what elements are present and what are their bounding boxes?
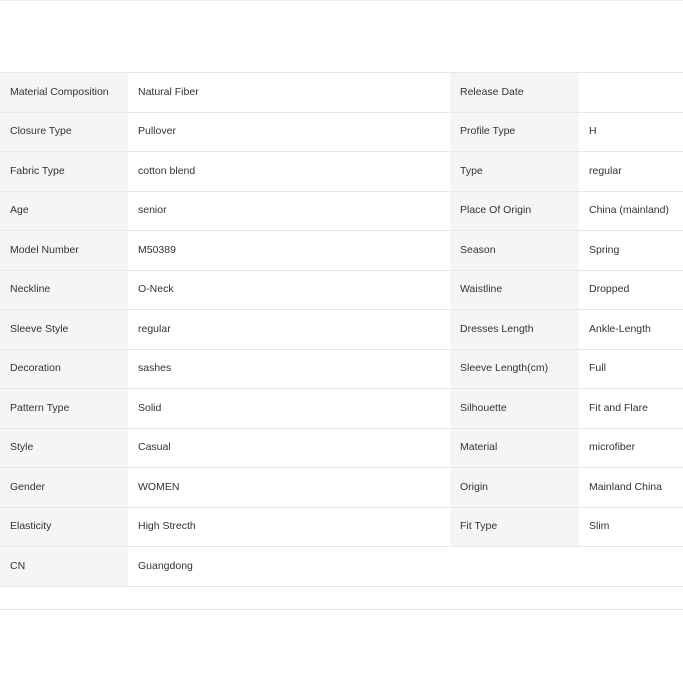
spec-value: China (mainland)	[579, 191, 683, 231]
spec-value: Spring	[579, 230, 683, 271]
spec-value	[579, 72, 683, 113]
spec-label: Type	[450, 151, 579, 192]
spec-label	[450, 546, 579, 587]
spec-label: Age	[0, 191, 128, 231]
spec-label: Sleeve Style	[0, 309, 128, 350]
spec-label: Dresses Length	[450, 309, 579, 350]
spec-label: Decoration	[0, 349, 128, 389]
spec-label: Origin	[450, 467, 579, 508]
spec-value: H	[579, 112, 683, 152]
spec-value: O-Neck	[128, 270, 450, 310]
spec-row: Elasticity High Strecth Fit Type Slim	[0, 507, 683, 547]
spec-label: Fabric Type	[0, 151, 128, 192]
spec-label: Model Number	[0, 230, 128, 271]
spec-row: Age senior Place Of Origin China (mainland)	[0, 191, 683, 231]
spec-row: CN Guangdong	[0, 546, 683, 587]
spec-value: regular	[128, 309, 450, 350]
bottom-divider	[0, 609, 683, 610]
spec-label: Profile Type	[450, 112, 579, 152]
spec-label: Pattern Type	[0, 388, 128, 429]
spec-label: Silhouette	[450, 388, 579, 429]
spec-row: Material Composition Natural Fiber Release…	[0, 72, 683, 113]
spec-value	[579, 546, 683, 587]
spec-label: Material	[450, 428, 579, 468]
spec-label: Fit Type	[450, 507, 579, 547]
spec-value: Full	[579, 349, 683, 389]
spec-value: Slim	[579, 507, 683, 547]
spec-row: Model Number M50389 Season Spring	[0, 230, 683, 271]
spec-value: microfiber	[579, 428, 683, 468]
spec-value: High Strecth	[128, 507, 450, 547]
spec-value: Fit and Flare	[579, 388, 683, 429]
spec-value: sashes	[128, 349, 450, 389]
spec-value: Casual	[128, 428, 450, 468]
top-divider	[0, 0, 683, 1]
spec-row: Sleeve Style regular Dresses Length Ankle-L…	[0, 309, 683, 350]
spec-table-body: Material Composition Natural Fiber Release…	[0, 72, 683, 587]
spec-row: Closure Type Pullover Profile Type H	[0, 112, 683, 152]
spec-label: Elasticity	[0, 507, 128, 547]
spec-label: Release Date	[450, 72, 579, 113]
spec-row: Style Casual Material microfiber	[0, 428, 683, 468]
spec-value: Solid	[128, 388, 450, 429]
spec-value: Ankle-Length	[579, 309, 683, 350]
spec-value: regular	[579, 151, 683, 192]
spec-label: Season	[450, 230, 579, 271]
product-specifications-table: Material Composition Natural Fiber Release…	[0, 72, 683, 587]
spec-value: M50389	[128, 230, 450, 271]
spec-value: WOMEN	[128, 467, 450, 508]
spec-value: senior	[128, 191, 450, 231]
spec-value: Mainland China	[579, 467, 683, 508]
spec-label: Closure Type	[0, 112, 128, 152]
spec-value: Guangdong	[128, 546, 450, 587]
spec-label: Neckline	[0, 270, 128, 310]
spec-value: Pullover	[128, 112, 450, 152]
spec-row: Fabric Type cotton blend Type regular	[0, 151, 683, 192]
spec-value: cotton blend	[128, 151, 450, 192]
spec-row: Gender WOMEN Origin Mainland China	[0, 467, 683, 508]
spec-row: Neckline O-Neck Waistline Dropped	[0, 270, 683, 310]
spec-label: Sleeve Length(cm)	[450, 349, 579, 389]
spec-label: CN	[0, 546, 128, 587]
spec-label: Material Composition	[0, 72, 128, 113]
spec-label: Waistline	[450, 270, 579, 310]
spec-row: Pattern Type Solid Silhouette Fit and Flare	[0, 388, 683, 429]
spec-value: Dropped	[579, 270, 683, 310]
spec-label: Style	[0, 428, 128, 468]
spec-label: Place Of Origin	[450, 191, 579, 231]
spec-label: Gender	[0, 467, 128, 508]
spec-row: Decoration sashes Sleeve Length(cm) Full	[0, 349, 683, 389]
spec-value: Natural Fiber	[128, 72, 450, 113]
